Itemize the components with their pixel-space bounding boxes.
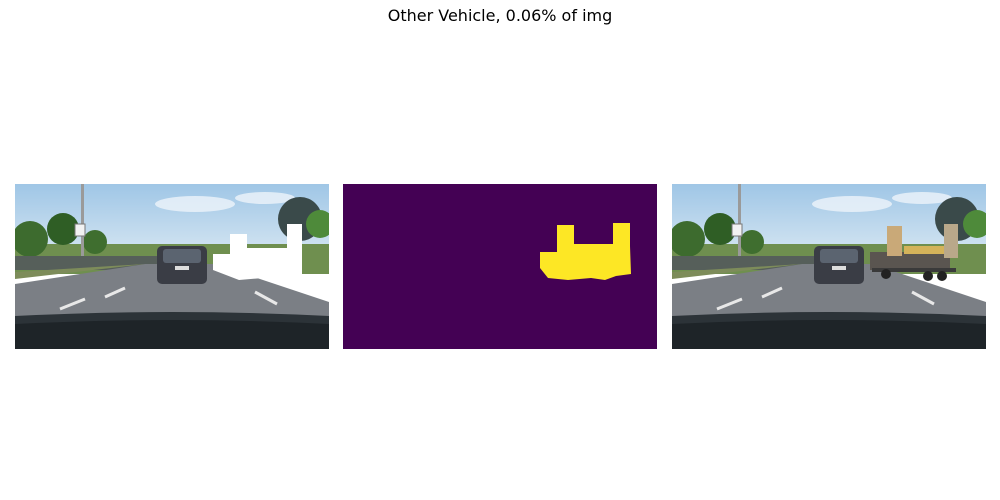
panel-segmentation-mask bbox=[343, 184, 657, 349]
tree bbox=[704, 213, 736, 245]
masked-scene-image bbox=[15, 184, 329, 349]
figure-title: Other Vehicle, 0.06% of img bbox=[387, 6, 613, 25]
tree bbox=[47, 213, 79, 245]
panel-masked-scene bbox=[15, 184, 329, 349]
segmentation-mask-image bbox=[343, 184, 657, 349]
original-scene-image bbox=[672, 184, 986, 349]
panel-original-scene bbox=[672, 184, 986, 349]
road-sign bbox=[731, 223, 743, 237]
road-sign bbox=[74, 223, 86, 237]
tree bbox=[83, 230, 107, 254]
tree bbox=[740, 230, 764, 254]
